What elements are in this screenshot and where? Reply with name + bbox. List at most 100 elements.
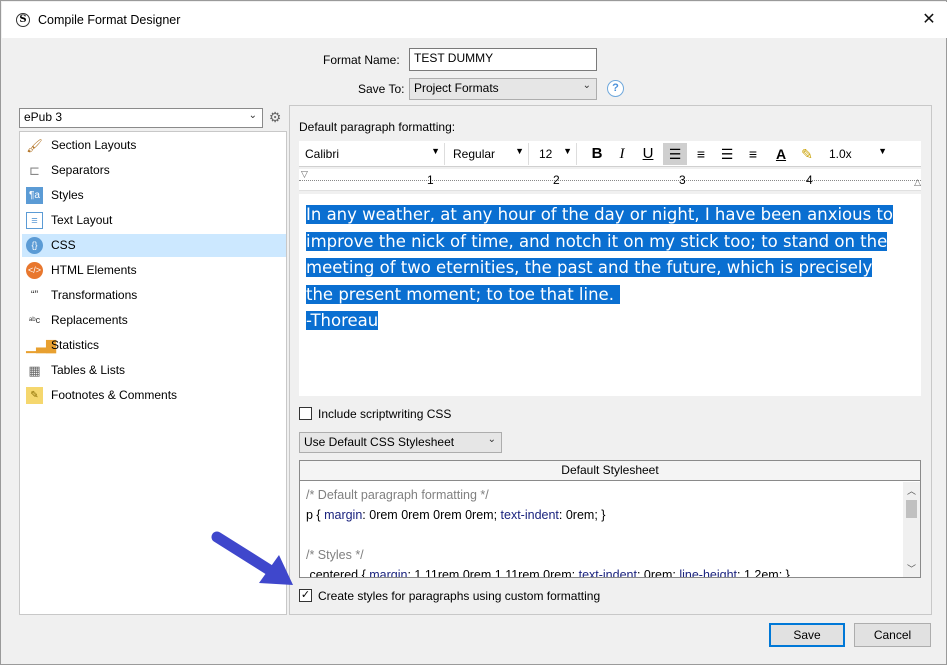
sidebar-item-label: Tables & Lists (51, 363, 126, 377)
formatting-toolbar: Calibri ▼ Regular ▼ 12 ▼ B I U ☰ ≡ ☰ ≡ A… (299, 141, 921, 167)
css-editor[interactable]: Default Stylesheet /* Default paragraph … (299, 460, 921, 578)
create-styles-checkbox[interactable]: ✓ (299, 589, 312, 602)
sidebar-item-label: Styles (51, 188, 84, 202)
text-layout-icon: ≡ (26, 212, 43, 229)
include-scriptwriting-label: Include scriptwriting CSS (318, 407, 452, 421)
save-to-value: Project Formats (414, 81, 499, 95)
default-formatting-heading: Default paragraph formatting: (299, 120, 456, 134)
separator-icon: ⊏ (29, 163, 40, 178)
sidebar-item-styles[interactable]: ¶a Styles (22, 184, 286, 207)
chevron-down-icon: ⌄ (487, 434, 496, 445)
css-settings-panel: Default paragraph formatting: Calibri ▼ … (289, 105, 932, 615)
editor-line: -Thoreau (306, 311, 379, 330)
scroll-up-icon[interactable]: ︿ (907, 484, 916, 497)
font-style-value: Regular (453, 147, 496, 161)
sidebar-item-label: CSS (51, 238, 76, 252)
caret-down-icon: ▼ (878, 146, 887, 156)
editor-line: improve the nick of time, and notch it o… (306, 231, 888, 251)
help-icon[interactable]: ? (607, 80, 624, 97)
sidebar-item-label: Statistics (51, 338, 100, 352)
ruler-number: 3 (679, 173, 686, 187)
stylesheet-select[interactable]: Use Default CSS Stylesheet ⌄ (299, 432, 502, 453)
sidebar-item-label: Separators (51, 163, 110, 177)
sidebar-item-label: HTML Elements (51, 263, 137, 277)
stylesheet-header: Default Stylesheet (300, 461, 920, 481)
sidebar-item-css[interactable]: {} CSS (22, 234, 286, 257)
cancel-button[interactable]: Cancel (854, 623, 931, 647)
ruler-number: 2 (553, 173, 560, 187)
sidebar-item-tables-lists[interactable]: ▦ Tables & Lists (22, 359, 286, 382)
chevron-down-icon: ⌄ (582, 80, 591, 91)
css-rule: .centered { margin: 1.11rem 0rem 1.11rem… (306, 568, 790, 577)
css-scrollbar[interactable]: ︿ ﹀ (903, 482, 920, 577)
caret-down-icon: ▼ (431, 146, 440, 156)
save-button[interactable]: Save (769, 623, 845, 647)
sidebar-item-section-layouts[interactable]: 🖌 Section Layouts (22, 134, 286, 157)
font-family-value: Calibri (305, 147, 340, 161)
sidebar-item-separators[interactable]: ⊏ Separators (22, 159, 286, 182)
align-right-button[interactable]: ≡ (741, 143, 765, 165)
chevron-down-icon: ⌄ (248, 110, 257, 121)
font-style-select[interactable]: Regular ▼ (449, 143, 529, 165)
scroll-thumb[interactable] (906, 500, 917, 518)
transformations-icon: “” (30, 289, 39, 301)
font-size-value: 12 (539, 147, 553, 161)
window-title: Compile Format Designer (38, 13, 181, 27)
output-format-select[interactable]: ePub 3 ⌄ (19, 108, 263, 128)
css-comment: /* Styles */ (306, 548, 364, 562)
replacements-icon: ᵃᵇc (28, 315, 41, 325)
sidebar-item-transformations[interactable]: “” Transformations (22, 284, 286, 307)
css-icon: {} (26, 237, 43, 254)
create-styles-label: Create styles for paragraphs using custo… (318, 589, 601, 603)
css-comment: /* Default paragraph formatting */ (306, 488, 489, 502)
gear-icon[interactable]: ⚙ (267, 109, 283, 125)
close-icon[interactable]: ✕ (918, 8, 940, 32)
output-format-value: ePub 3 (24, 110, 63, 124)
css-code[interactable]: /* Default paragraph formatting */ p { m… (300, 482, 903, 577)
align-center-button[interactable]: ≡ (689, 143, 713, 165)
editor-line: meeting of two eternities, the past and … (306, 258, 873, 277)
highlight-icon[interactable]: ✎ (795, 143, 819, 165)
align-justify-button[interactable]: ☰ (715, 143, 739, 165)
sidebar-item-label: Footnotes & Comments (51, 388, 178, 402)
title-bar: S Compile Format Designer ✕ (2, 2, 947, 38)
sidebar-item-text-layout[interactable]: ≡ Text Layout (22, 209, 286, 232)
scrivener-app-icon: S (16, 13, 30, 27)
indent-marker[interactable]: ▽ (301, 169, 308, 180)
format-name-label: Format Name: (323, 53, 400, 67)
format-name-input[interactable]: TEST DUMMY (409, 48, 597, 71)
bold-button[interactable]: B (585, 143, 609, 165)
font-size-select[interactable]: 12 ▼ (533, 143, 577, 165)
annotation-arrow-icon (211, 531, 293, 585)
styles-icon: ¶a (26, 187, 43, 204)
save-to-label: Save To: (358, 82, 405, 96)
align-left-button[interactable]: ☰ (663, 143, 687, 165)
editor-line: the present moment; to toe that line. (306, 284, 620, 304)
font-family-select[interactable]: Calibri ▼ (301, 143, 445, 165)
sidebar-item-footnotes-comments[interactable]: ✎ Footnotes & Comments (22, 384, 286, 407)
line-spacing-value: 1.0x (829, 147, 852, 161)
sidebar-item-replacements[interactable]: ᵃᵇc Replacements (22, 309, 286, 332)
ruler[interactable]: 1 2 3 4 ▽ △ (299, 169, 921, 191)
caret-down-icon: ▼ (563, 146, 572, 156)
include-scriptwriting-checkbox[interactable] (299, 407, 312, 420)
stylesheet-value: Use Default CSS Stylesheet (304, 435, 455, 449)
italic-button[interactable]: I (610, 143, 634, 165)
sidebar-item-label: Section Layouts (51, 138, 137, 152)
brush-icon: 🖌 (26, 138, 43, 153)
include-scriptwriting-option[interactable]: Include scriptwriting CSS (299, 406, 559, 422)
underline-button[interactable]: U (636, 143, 660, 165)
save-to-select[interactable]: Project Formats ⌄ (409, 78, 597, 100)
footnote-icon: ✎ (26, 387, 43, 404)
right-indent-marker[interactable]: △ (914, 177, 921, 188)
line-spacing-select[interactable]: 1.0x ▼ (825, 143, 891, 165)
css-rule: p { margin: 0rem 0rem 0rem 0rem; text-in… (306, 508, 606, 522)
create-styles-option[interactable]: ✓ Create styles for paragraphs using cus… (299, 588, 659, 604)
scroll-down-icon[interactable]: ﹀ (907, 562, 916, 575)
sidebar-item-html-elements[interactable]: </> HTML Elements (22, 259, 286, 282)
text-color-button[interactable]: A (769, 143, 793, 165)
sidebar-item-statistics[interactable]: ▁▃▇ Statistics (22, 334, 286, 357)
ruler-number: 4 (806, 173, 813, 187)
dialog-window: S Compile Format Designer ✕ Format Name:… (0, 0, 947, 665)
paragraph-editor[interactable]: In any weather, at any hour of the day o… (299, 194, 921, 396)
